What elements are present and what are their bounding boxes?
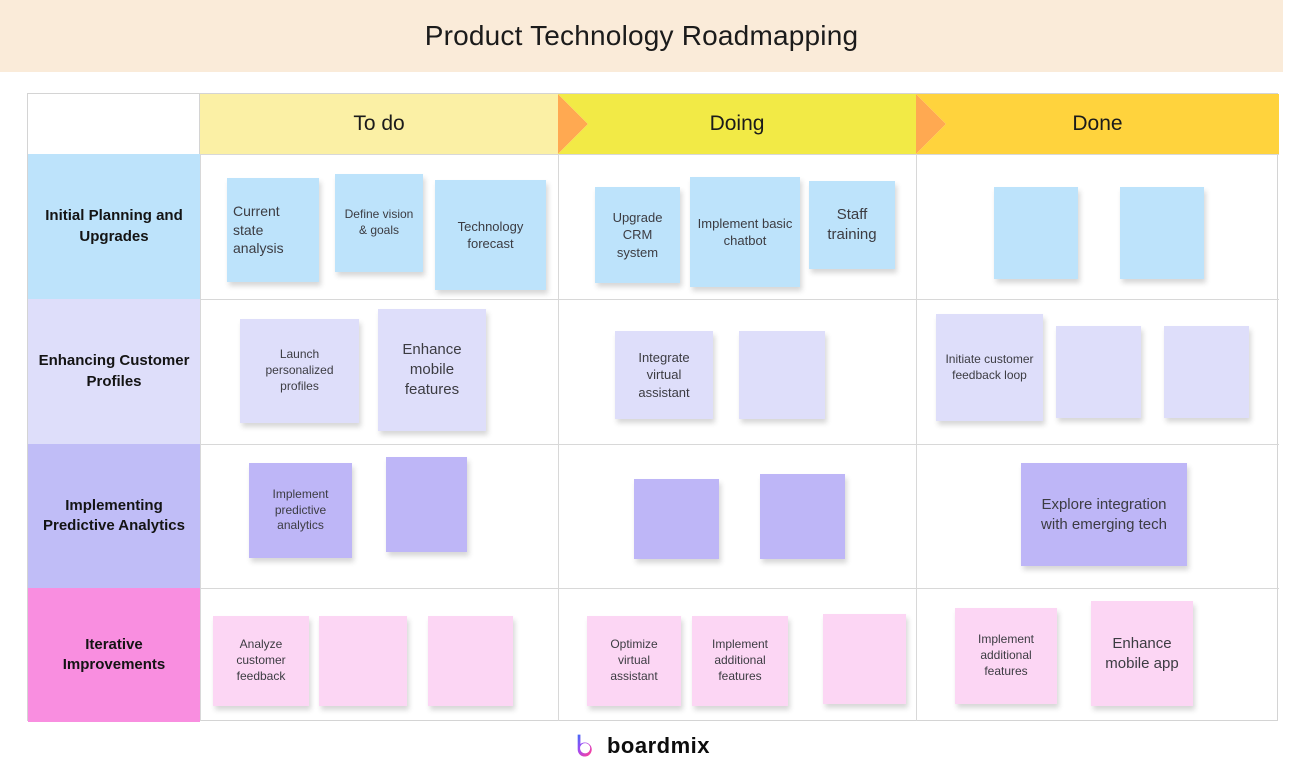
row-header-label: Initial Planning and Upgrades — [45, 207, 183, 245]
sticky-note-text: Integrate virtual assistant — [638, 350, 690, 400]
sticky-note[interactable]: Initiate customer feedback loop — [936, 314, 1043, 421]
sticky-note-text: Analyze customer feedback — [236, 637, 286, 683]
sticky-note-empty[interactable] — [319, 616, 407, 706]
row-header-label: Enhancing Customer Profiles — [38, 352, 190, 390]
row-header-2[interactable]: Implementing Predictive Analytics — [28, 444, 200, 588]
sticky-note-empty[interactable] — [386, 457, 467, 552]
sticky-note[interactable]: Technology forecast — [435, 180, 546, 290]
sticky-note-text: Explore integration with emerging tech — [1041, 495, 1167, 533]
column-header-label: Done — [1072, 112, 1123, 135]
sticky-note[interactable]: Define vision & goals — [335, 174, 423, 272]
sticky-note-text: Implement predictive analytics — [272, 486, 329, 533]
row-header-1[interactable]: Enhancing Customer Profiles — [28, 299, 200, 444]
brand-name: boardmix — [606, 732, 711, 758]
row-header-0[interactable]: Initial Planning and Upgrades — [28, 154, 200, 299]
sticky-note[interactable]: Implement predictive analytics — [249, 463, 352, 558]
grid-vline-0 — [200, 154, 201, 721]
sticky-note-text: Launch personalized profiles — [265, 347, 334, 393]
grid-hline-3 — [28, 588, 1279, 589]
boardmix-b-logo-icon — [577, 734, 592, 757]
sticky-note-text: Initiate customer feedback loop — [945, 351, 1034, 382]
grid-hline-1 — [28, 299, 1279, 300]
sticky-note-empty[interactable] — [760, 474, 845, 559]
roadmap-board: To do Doing Done Initial Planning and Upgr… — [27, 93, 1279, 722]
sticky-note-text: Technology forecast — [457, 218, 524, 251]
sticky-note-empty[interactable] — [1120, 187, 1204, 279]
grid-hline-0 — [28, 154, 1279, 155]
title-banner: Product Technology Roadmapping — [0, 0, 1283, 72]
sticky-note-text: Enhance mobile features — [402, 341, 462, 398]
sticky-note-text: Upgrade CRM system — [612, 210, 663, 260]
sticky-note[interactable]: Explore integration with emerging tech — [1021, 463, 1187, 566]
grid-hline-2 — [28, 444, 1279, 445]
sticky-note[interactable]: Enhance mobile features — [378, 309, 486, 431]
sticky-note-empty[interactable] — [994, 187, 1078, 279]
sticky-note-empty[interactable] — [1056, 326, 1141, 418]
sticky-note[interactable]: Implement additional features — [955, 608, 1057, 704]
sticky-note[interactable]: Launch personalized profiles — [240, 319, 359, 423]
sticky-note-empty[interactable] — [428, 616, 513, 706]
sticky-note[interactable]: Current state analysis — [227, 178, 319, 282]
sticky-note[interactable]: Upgrade CRM system — [595, 187, 680, 283]
column-header-label: To do — [353, 112, 405, 135]
roadmap-canvas: Product Technology Roadmapping To do Doin… — [0, 0, 1316, 770]
sticky-note[interactable]: Staff training — [809, 181, 895, 269]
sticky-note[interactable]: Implement basic chatbot — [690, 177, 800, 287]
sticky-note[interactable]: Optimize virtual assistant — [587, 616, 681, 706]
grid-vline-2 — [916, 154, 917, 721]
sticky-note-text: Current state analysis — [233, 203, 284, 257]
page-title: Product Technology Roadmapping — [424, 20, 859, 51]
corner-cell — [28, 94, 200, 154]
sticky-note[interactable]: Analyze customer feedback — [213, 616, 309, 706]
sticky-note-empty[interactable] — [823, 614, 906, 704]
sticky-note[interactable]: Enhance mobile app — [1091, 601, 1193, 706]
sticky-note-empty[interactable] — [1164, 326, 1249, 418]
sticky-note[interactable]: Implement additional features — [692, 616, 788, 706]
sticky-note-text: Implement basic chatbot — [697, 215, 793, 248]
grid-vline-1 — [558, 154, 559, 721]
sticky-note-text: Implement additional features — [977, 632, 1035, 678]
sticky-note-text: Implement additional features — [711, 637, 769, 683]
column-header-label: Doing — [709, 112, 765, 135]
row-header-label: Iterative Improvements — [62, 635, 166, 673]
column-header-strip: To do Doing Done — [28, 94, 1279, 154]
sticky-note-empty[interactable] — [739, 331, 825, 419]
row-header-3[interactable]: Iterative Improvements — [28, 588, 200, 722]
footer-branding: boardmix — [0, 727, 1283, 764]
column-header-doing[interactable]: Doing — [558, 94, 916, 154]
sticky-note-text: Optimize virtual assistant — [610, 637, 658, 683]
row-header-label: Implementing Predictive Analytics — [42, 496, 185, 534]
sticky-note-text: Define vision & goals — [344, 207, 414, 237]
sticky-note[interactable]: Integrate virtual assistant — [615, 331, 713, 419]
column-header-to-do[interactable]: To do — [200, 94, 558, 154]
sticky-note-text: Staff training — [827, 206, 877, 243]
column-header-done[interactable]: Done — [916, 94, 1279, 154]
sticky-note-text: Enhance mobile app — [1105, 634, 1179, 672]
sticky-note-empty[interactable] — [634, 479, 719, 559]
